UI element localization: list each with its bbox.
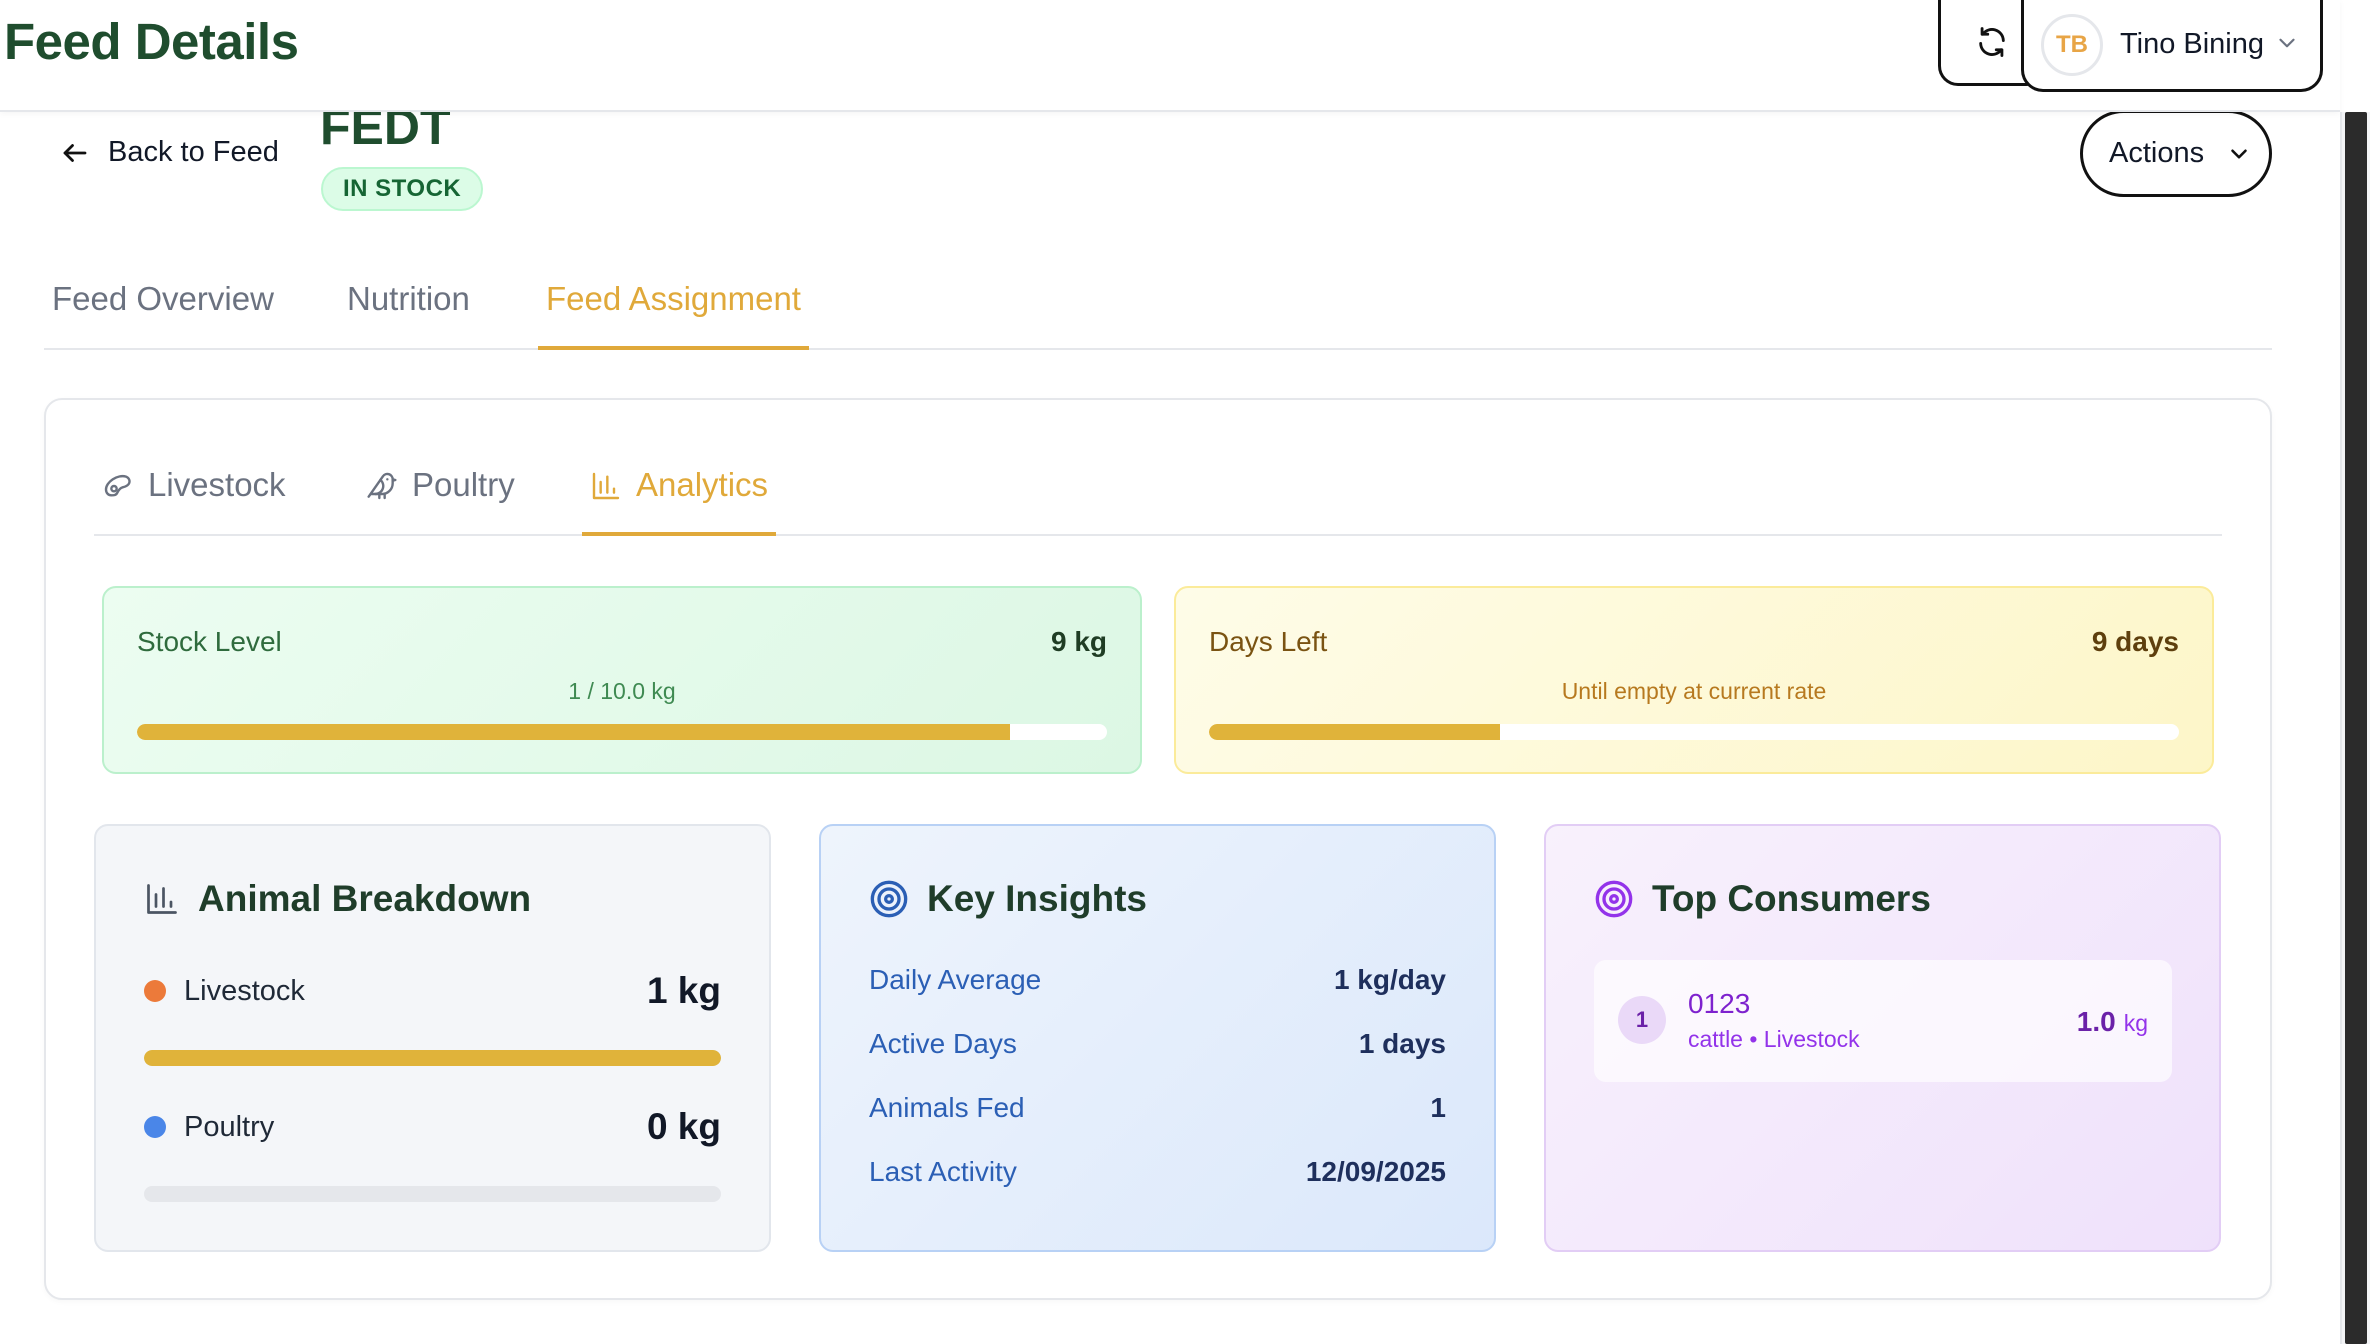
- feed-assignment-card: Livestock Poultry Analytics Stock Level …: [44, 398, 2272, 1300]
- stock-level-value: 9 kg: [1050, 626, 1107, 657]
- insight-row: Daily Average 1 kg/day: [869, 964, 1446, 996]
- days-left-label: Days Left: [1209, 626, 1328, 657]
- breakdown-livestock-bar-fill: [144, 1050, 721, 1066]
- animal-breakdown-title: Animal Breakdown: [198, 878, 532, 919]
- days-left-progress-fill: [1209, 724, 1500, 740]
- insight-row: Active Days 1 days: [869, 1028, 1446, 1060]
- user-name: Tino Bining: [2120, 28, 2265, 60]
- days-left-progress: [1209, 724, 2179, 740]
- status-badge: IN STOCK: [321, 167, 484, 211]
- key-insights-title: Key Insights: [927, 878, 1147, 919]
- insight-label: Daily Average: [869, 964, 1042, 995]
- animal-breakdown-title-row: Animal Breakdown: [144, 878, 531, 920]
- tab-nutrition[interactable]: Nutrition: [347, 280, 470, 350]
- consumer-amount-value: 1.0: [2076, 1006, 2116, 1037]
- consumer-amount-unit: kg: [2123, 1010, 2148, 1036]
- bird-icon: [367, 472, 397, 500]
- actions-button[interactable]: Actions: [2080, 110, 2272, 197]
- refresh-icon: [1979, 26, 2005, 57]
- avatar: TB: [2041, 13, 2103, 76]
- breakdown-poultry-bar: [144, 1186, 721, 1202]
- main-tabs: Feed Overview Nutrition Feed Assignment: [44, 262, 2272, 350]
- breakdown-poultry-label: Poultry: [184, 1110, 275, 1143]
- consumer-item[interactable]: 1 0123 cattle • Livestock 1.0 kg: [1594, 960, 2172, 1082]
- tab-feed-assignment[interactable]: Feed Assignment: [538, 280, 809, 350]
- key-insights-title-row: Key Insights: [869, 878, 1147, 920]
- livestock-dot: [144, 980, 166, 1002]
- subtab-poultry-label: Poultry: [412, 466, 515, 503]
- insight-label: Active Days: [869, 1028, 1017, 1059]
- sub-tabs: Livestock Poultry Analytics: [94, 440, 2222, 536]
- top-consumers-title: Top Consumers: [1652, 878, 1931, 919]
- insight-row: Animals Fed 1: [869, 1092, 1446, 1124]
- stock-level-card: Stock Level 9 kg 1 / 10.0 kg: [102, 586, 1142, 774]
- breakdown-livestock-label: Livestock: [184, 974, 305, 1007]
- arrow-left-icon: [63, 143, 87, 162]
- actions-label: Actions: [2109, 137, 2205, 169]
- bar-chart-icon: [147, 884, 177, 914]
- insight-value: 1 days: [1358, 1028, 1446, 1059]
- breakdown-row-livestock: Livestock 1 kg: [144, 970, 721, 1012]
- subtab-poultry[interactable]: Poultry: [366, 466, 515, 536]
- subtab-livestock-label: Livestock: [148, 466, 286, 503]
- tab-feed-overview[interactable]: Feed Overview: [52, 280, 274, 350]
- consumer-amount: 1.0 kg: [2077, 1006, 2148, 1038]
- days-left-value: 9 days: [2091, 626, 2179, 657]
- top-consumers-panel: Top Consumers 1 0123 cattle • Livestock …: [1544, 824, 2221, 1252]
- livestock-icon: [104, 474, 131, 497]
- chevron-down-icon: [2279, 38, 2295, 48]
- subtab-analytics[interactable]: Analytics: [582, 466, 777, 536]
- insight-label: Animals Fed: [869, 1092, 1025, 1123]
- key-insights-panel: Key Insights Daily Average 1 kg/day Acti…: [819, 824, 1496, 1252]
- bar-chart-icon: [592, 472, 620, 500]
- insight-value: 1 kg/day: [1333, 964, 1446, 995]
- target-icon: [870, 880, 908, 918]
- insight-label: Last Activity: [869, 1156, 1017, 1187]
- days-left-sub: Until empty at current rate: [1561, 678, 1827, 704]
- page-title: Feed Details: [4, 13, 299, 70]
- scrollbar[interactable]: [2340, 112, 2370, 1344]
- stock-level-progress-fill: [137, 724, 1010, 740]
- back-to-feed-label: Back to Feed: [108, 136, 279, 168]
- consumer-name: 0123: [1688, 988, 1751, 1019]
- subtab-livestock[interactable]: Livestock: [102, 466, 286, 536]
- target-icon: [1595, 880, 1633, 918]
- breakdown-livestock-bar: [144, 1050, 721, 1066]
- chevron-down-icon: [2231, 148, 2247, 159]
- top-consumers-title-row: Top Consumers: [1594, 878, 1931, 920]
- stock-level-progress: [137, 724, 1107, 740]
- insight-value: 12/09/2025: [1305, 1156, 1446, 1187]
- poultry-dot: [144, 1116, 166, 1138]
- animal-breakdown-panel: Animal Breakdown Livestock 1 kg Poultry …: [94, 824, 771, 1252]
- stock-level-sub: 1 / 10.0 kg: [568, 678, 676, 704]
- top-header: Feed Details TB Tino Bining: [0, 0, 2340, 112]
- days-left-card: Days Left 9 days Until empty at current …: [1174, 586, 2214, 774]
- stock-level-label: Stock Level: [137, 626, 282, 657]
- consumer-rank-badge: 1: [1618, 996, 1666, 1044]
- user-menu-button[interactable]: TB Tino Bining: [2021, 0, 2323, 92]
- subtab-analytics-label: Analytics: [636, 466, 769, 503]
- back-to-feed-link[interactable]: Back to Feed: [60, 136, 279, 169]
- insight-row: Last Activity 12/09/2025: [869, 1156, 1446, 1188]
- breakdown-row-poultry: Poultry 0 kg: [144, 1106, 721, 1148]
- consumer-type: cattle • Livestock: [1688, 1026, 1860, 1052]
- breakdown-livestock-value: 1 kg: [646, 970, 721, 1011]
- scrollbar-thumb[interactable]: [2345, 112, 2367, 1344]
- breakdown-poultry-value: 0 kg: [646, 1106, 721, 1147]
- insight-value: 1: [1430, 1092, 1446, 1123]
